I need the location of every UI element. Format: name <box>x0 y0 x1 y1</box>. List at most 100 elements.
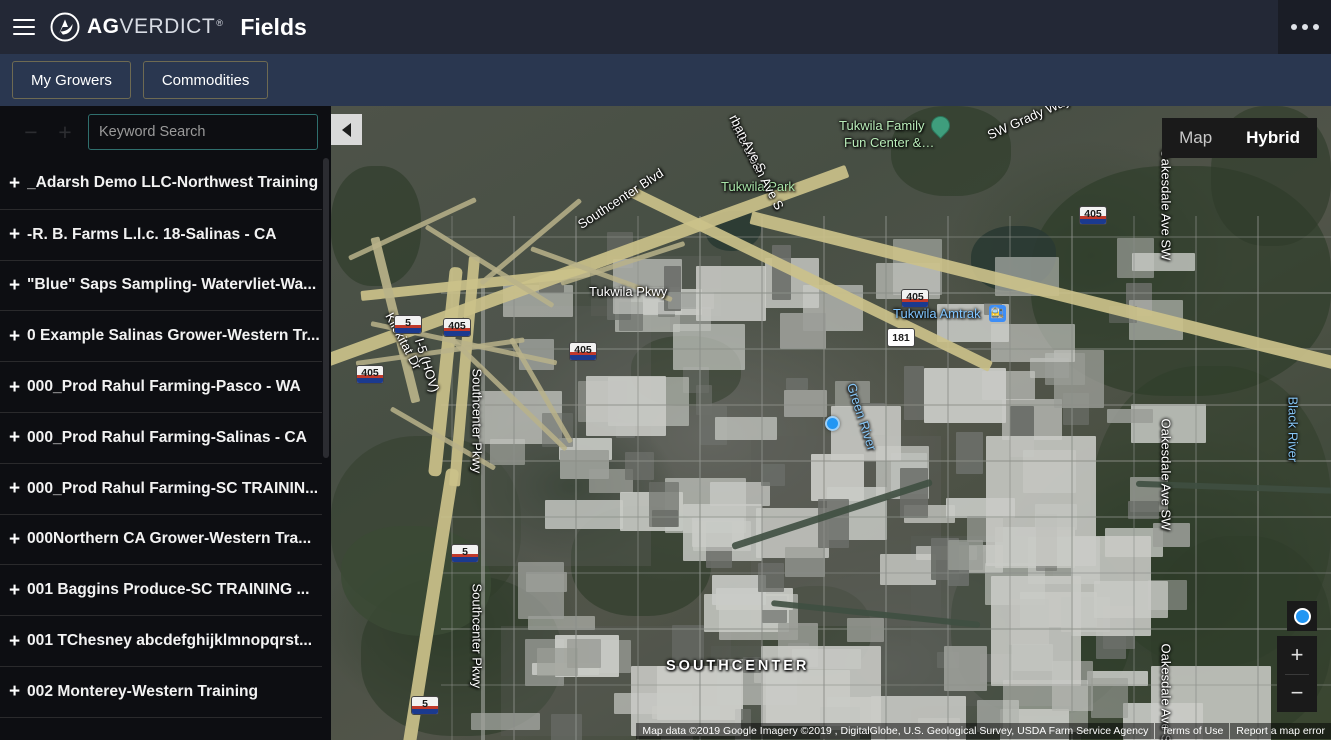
building-footprint <box>560 449 609 479</box>
building-footprint <box>761 646 881 726</box>
shield-number: 405 <box>906 291 924 303</box>
highway-shield: 405 <box>569 342 597 361</box>
expand-icon[interactable]: + <box>5 276 24 295</box>
building-footprint <box>743 657 762 674</box>
shield-number: 405 <box>361 367 379 379</box>
search-wrapper <box>88 114 318 150</box>
grower-list-item[interactable]: +000_Prod Rahul Farming-Pasco - WA <box>0 361 322 412</box>
highway-shield: 5 <box>451 544 479 563</box>
grower-label: 000_Prod Rahul Farming-Salinas - CA <box>27 428 307 446</box>
building-footprint <box>648 481 680 527</box>
building-footprint <box>904 366 925 420</box>
subnav-bar: My Growers Commodities <box>0 54 1331 106</box>
grower-list-item[interactable]: + "Blue" Saps Sampling- Watervliet-Wa... <box>0 259 322 311</box>
expand-icon[interactable]: + <box>5 225 24 244</box>
report-map-error-link[interactable]: Report a map error <box>1230 723 1331 739</box>
building-footprint <box>786 377 808 391</box>
shield-number: 181 <box>892 332 910 344</box>
grower-label: "Blue" Saps Sampling- Watervliet-Wa... <box>27 276 317 294</box>
map-type-map[interactable]: Map <box>1162 128 1229 148</box>
expand-all-button[interactable]: + <box>48 117 82 147</box>
shield-number: 405 <box>574 344 592 356</box>
terms-of-use-link[interactable]: Terms of Use <box>1155 723 1230 739</box>
place-marker-icon <box>927 112 954 139</box>
ellipsis-icon <box>1312 24 1319 30</box>
grower-list-item[interactable]: +000_Prod Rahul Farming-SC TRAININ... <box>0 462 322 514</box>
grower-list-item[interactable]: +000_Prod Rahul Farming-Salinas - CA <box>0 411 322 463</box>
grower-list-item[interactable]: +0 Example Salinas Grower-Western Tr... <box>0 310 322 361</box>
grower-list-item[interactable]: +000Northern CA Grower-Western Tra... <box>0 513 322 565</box>
overflow-menu-button[interactable] <box>1278 0 1331 54</box>
expand-icon[interactable]: + <box>5 682 24 701</box>
my-growers-button[interactable]: My Growers <box>12 61 131 99</box>
expand-icon[interactable]: + <box>5 581 24 600</box>
hamburger-icon[interactable] <box>0 0 48 54</box>
commodities-button[interactable]: Commodities <box>142 61 269 99</box>
chevron-left-icon <box>342 122 351 137</box>
zoom-out-button[interactable]: − <box>1277 674 1317 712</box>
train-station-icon[interactable]: 🚉 <box>989 305 1006 322</box>
building-footprint <box>1131 253 1196 271</box>
brand-ag: AG <box>87 15 120 38</box>
grower-label: _Adarsh Demo LLC-Northwest Training <box>27 174 319 192</box>
expand-icon[interactable]: + <box>5 428 24 447</box>
grower-list-item[interactable]: +002 Monterey-Western Training <box>0 665 322 717</box>
expand-icon[interactable]: + <box>5 632 24 651</box>
selected-field-marker[interactable] <box>825 416 840 431</box>
building-footprint <box>779 313 827 349</box>
expand-icon[interactable]: + <box>5 378 24 397</box>
search-input[interactable] <box>88 114 318 150</box>
app-header: AG VERDICT ® Fields <box>0 0 1331 54</box>
expand-icon[interactable]: + <box>5 479 24 498</box>
grower-label: 002 Monterey-Western Training <box>27 682 259 700</box>
surface-road <box>1195 216 1197 740</box>
vegetation-area <box>331 166 421 286</box>
my-location-button[interactable] <box>1287 601 1317 631</box>
grower-label: 000_Prod Rahul Farming-SC TRAININ... <box>27 479 319 497</box>
expand-icon[interactable]: + <box>5 530 24 549</box>
map-viewport[interactable]: Tukwila Park Tukwila Family Fun Center &… I… <box>331 106 1331 740</box>
map-type-switcher: Map Hybrid <box>1162 118 1317 158</box>
grower-label: -R. B. Farms L.l.c. 18-Salinas - CA <box>27 225 277 243</box>
building-footprint <box>1071 536 1151 636</box>
sidebar-scrollbar-thumb[interactable] <box>323 158 329 458</box>
grower-list-item[interactable]: +001 TChesney abcdefghijklmnopqrst... <box>0 615 322 666</box>
grower-list-item[interactable] <box>0 716 322 740</box>
expand-icon[interactable]: + <box>5 174 24 193</box>
grower-list-item[interactable]: + _Adarsh Demo LLC-Northwest Training <box>0 158 322 209</box>
surface-road <box>575 216 577 740</box>
building-footprint <box>991 576 1081 686</box>
sidebar-toolbar: − + <box>0 106 331 158</box>
map-canvas[interactable]: Tukwila Park Tukwila Family Fun Center &… I… <box>331 106 1331 740</box>
surface-road <box>441 628 1331 630</box>
app-root: AG VERDICT ® Fields My Growers Commoditi… <box>0 0 1331 740</box>
surface-road <box>1009 216 1011 740</box>
map-type-hybrid[interactable]: Hybrid <box>1229 128 1317 148</box>
surface-road <box>1257 216 1259 740</box>
shield-number: 5 <box>422 698 428 710</box>
page-title: Fields <box>240 13 307 40</box>
grower-label: 000_Prod Rahul Farming-Pasco - WA <box>27 378 301 396</box>
building-footprint <box>831 406 901 461</box>
grower-label: 000Northern CA Grower-Western Tra... <box>27 530 312 548</box>
building-footprint <box>955 432 984 475</box>
surface-road <box>441 572 1331 574</box>
surface-road <box>947 216 949 740</box>
ellipsis-icon <box>1290 24 1297 30</box>
building-footprint <box>536 648 578 676</box>
sidebar-collapse-handle[interactable] <box>331 114 362 145</box>
grower-list-item[interactable]: + -R. B. Farms L.l.c. 18-Salinas - CA <box>0 208 322 260</box>
poi-pin-fun-center[interactable] <box>927 112 954 142</box>
zoom-in-button[interactable]: + <box>1277 636 1317 674</box>
sidebar-scrollbar[interactable] <box>322 158 330 740</box>
highway-shield: 405 <box>356 365 384 384</box>
building-footprint <box>518 562 564 619</box>
collapse-all-button[interactable]: − <box>14 117 48 147</box>
map-credits: Map data ©2019 Google Imagery ©2019 , Di… <box>636 723 1155 739</box>
surface-road <box>1133 216 1135 740</box>
grower-list-item[interactable]: +001 Baggins Produce-SC TRAINING ... <box>0 564 322 615</box>
building-footprint <box>673 323 745 370</box>
expand-icon[interactable]: + <box>5 327 24 346</box>
grower-list[interactable]: + _Adarsh Demo LLC-Northwest Training + -R.… <box>0 158 331 740</box>
surface-road <box>441 460 1331 462</box>
